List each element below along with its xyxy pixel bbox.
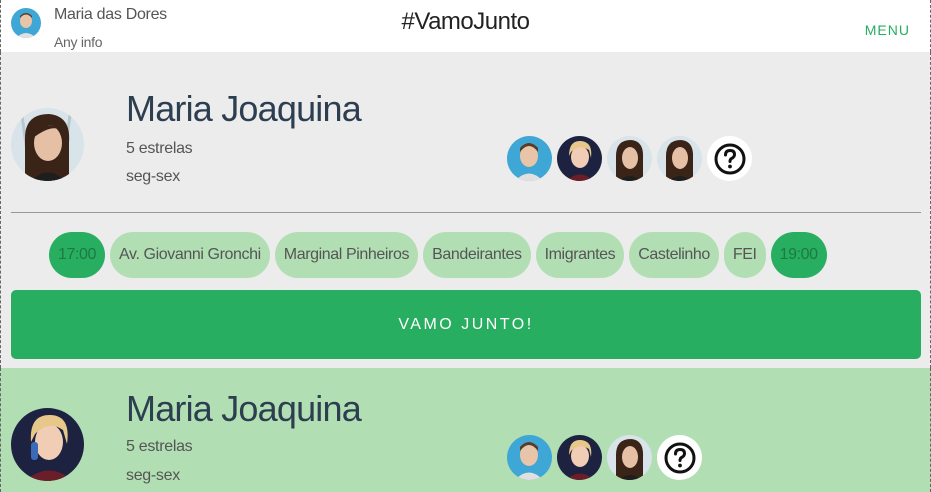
passenger-avatar[interactable] bbox=[507, 136, 552, 181]
question-mark-icon[interactable] bbox=[657, 435, 702, 480]
passenger-avatar[interactable] bbox=[657, 136, 702, 181]
departure-time-chip: 17:00 bbox=[49, 232, 106, 278]
passenger-list bbox=[507, 136, 752, 181]
driver-avatar[interactable] bbox=[11, 408, 84, 481]
route-stop-chip: Castelinho bbox=[629, 232, 719, 278]
passenger-avatar[interactable] bbox=[607, 136, 652, 181]
card-divider bbox=[11, 212, 921, 213]
arrival-time-chip: 19:00 bbox=[770, 232, 827, 278]
route-stop-chip: Imigrantes bbox=[535, 232, 625, 278]
driver-name: Maria Joaquina bbox=[126, 388, 362, 429]
app-title: #VamoJunto bbox=[401, 8, 530, 35]
ride-days: seg-sex bbox=[126, 467, 180, 484]
user-info: Any info bbox=[54, 34, 103, 50]
passenger-avatar[interactable] bbox=[607, 435, 652, 480]
ride-card: Maria Joaquina 5 estrelas seg-sex bbox=[0, 368, 931, 492]
top-bar: Maria das Dores Any info #VamoJunto MENU bbox=[0, 0, 931, 52]
menu-button[interactable]: MENU bbox=[865, 22, 910, 38]
route-stop-chip: Marginal Pinheiros bbox=[274, 232, 419, 278]
route-stop-chip: FEI bbox=[723, 232, 766, 278]
passenger-avatar[interactable] bbox=[557, 136, 602, 181]
ride-card: Maria Joaquina 5 estrelas seg-sex 17:00 … bbox=[0, 52, 931, 368]
question-mark-icon[interactable] bbox=[707, 136, 752, 181]
route-stop-chip: Bandeirantes bbox=[423, 232, 531, 278]
driver-rating: 5 estrelas bbox=[126, 140, 193, 157]
passenger-list bbox=[507, 435, 702, 480]
driver-name: Maria Joaquina bbox=[126, 88, 362, 129]
passenger-avatar[interactable] bbox=[507, 435, 552, 480]
driver-avatar[interactable] bbox=[11, 108, 84, 181]
passenger-avatar[interactable] bbox=[557, 435, 602, 480]
vamo-junto-button[interactable]: VAMO JUNTO! bbox=[11, 290, 921, 359]
route-stops: 17:00 Av. Giovanni Gronchi Marginal Pinh… bbox=[49, 232, 827, 278]
ride-days: seg-sex bbox=[126, 168, 180, 185]
route-stop-chip: Av. Giovanni Gronchi bbox=[110, 232, 270, 278]
driver-rating: 5 estrelas bbox=[126, 438, 193, 455]
